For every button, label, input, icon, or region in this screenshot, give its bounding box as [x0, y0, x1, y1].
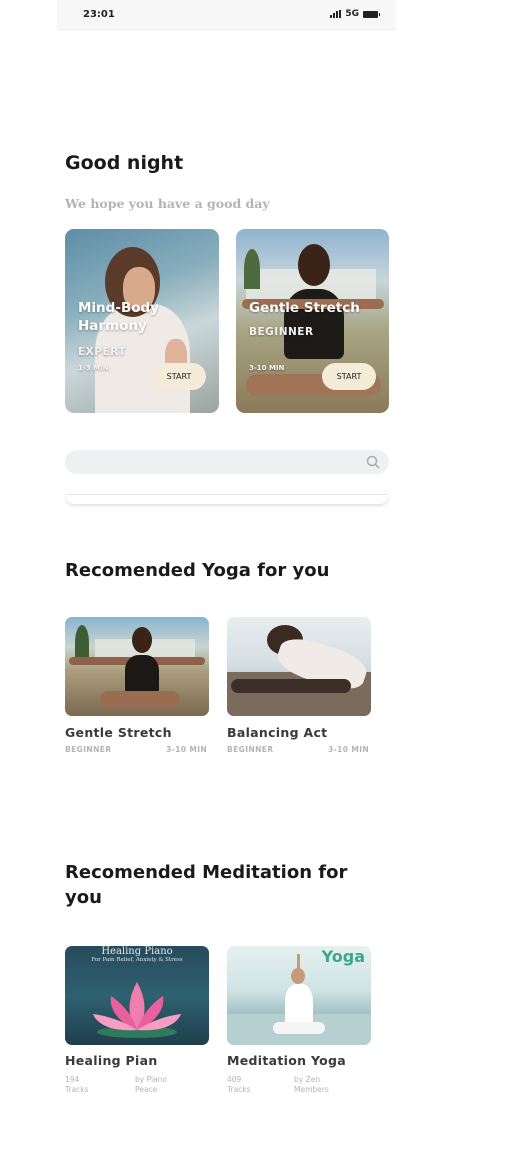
battery-icon [363, 10, 380, 18]
meditation-card-title: Meditation Yoga [227, 1053, 347, 1068]
yoga-thumb-gentle-stretch[interactable] [65, 617, 209, 716]
cover-title: Yoga [321, 947, 365, 966]
cover-subtitle: For Pain Relief, Anxiety & Stress [91, 957, 183, 963]
hero-duration: 3-10 MIN [249, 364, 285, 372]
page-subtitle: We hope you have a good day [65, 196, 270, 211]
search-icon[interactable] [366, 455, 380, 469]
page-title: Good night [65, 152, 184, 174]
hero-title: Mind-Body Harmony [78, 299, 159, 335]
hero-title-line2: Harmony [78, 318, 147, 334]
hero-card-gentle-stretch[interactable]: Gentle Stretch BEGINNER 3-10 MIN START [236, 229, 389, 413]
signal-icon [330, 10, 342, 18]
hero-title: Gentle Stretch [249, 300, 360, 316]
tracks-count: 194 [65, 1075, 80, 1084]
author-line2: Peace [135, 1085, 158, 1094]
meditation-author: by Zen Members [294, 1075, 329, 1095]
search-input[interactable] [65, 450, 389, 474]
hero-level: BEGINNER [249, 326, 314, 338]
meditation-thumb-healing-piano[interactable]: Healing Piano For Pain Relief, Anxiety &… [65, 946, 209, 1045]
section-title-yoga: Recomended Yoga for you [65, 560, 330, 581]
author-line1: by Zen [294, 1075, 321, 1084]
meditation-tracks: 194 Tracks [65, 1075, 89, 1095]
yoga-card-level: BEGINNER [65, 745, 112, 754]
lotus-icon [93, 982, 181, 1038]
tracks-label: Tracks [227, 1085, 251, 1094]
hero-card-mind-body[interactable]: Mind-Body Harmony EXPERT 1-3 MIN START [65, 229, 219, 413]
cover-title: Healing Piano [101, 946, 173, 957]
author-line1: by Piano [135, 1075, 167, 1084]
yoga-thumb-balancing-act[interactable] [227, 617, 371, 716]
hero-duration: 1-3 MIN [78, 364, 109, 372]
yoga-card-title: Gentle Stretch [65, 725, 172, 740]
meditation-card-title: Healing Pian [65, 1053, 158, 1068]
section-title-meditation: Recomended Meditation for you [65, 860, 365, 910]
section-title-line2: you [65, 887, 102, 908]
yoga-card-title: Balancing Act [227, 725, 328, 740]
tracks-label: Tracks [65, 1085, 89, 1094]
hero-level: EXPERT [78, 346, 126, 358]
search-dropdown-edge [66, 494, 388, 504]
start-button[interactable]: START [152, 363, 206, 390]
yoga-card-duration: 3-10 MIN [328, 745, 370, 754]
section-title-line1: Recomended Meditation for [65, 862, 348, 883]
status-indicators: 5G [330, 9, 380, 19]
author-line2: Members [294, 1085, 329, 1094]
start-button[interactable]: START [322, 363, 376, 390]
meditation-author: by Piano Peace [135, 1075, 167, 1095]
status-bar: 23:01 5G [57, 0, 396, 30]
network-label: 5G [345, 9, 359, 19]
hero-title-line1: Mind-Body [78, 300, 159, 316]
yoga-card-level: BEGINNER [227, 745, 274, 754]
status-time: 23:01 [83, 9, 115, 20]
yoga-card-duration: 3-10 MIN [166, 745, 208, 754]
tracks-count: 409 [227, 1075, 242, 1084]
meditation-thumb-meditation-yoga[interactable]: Yoga [227, 946, 371, 1045]
meditation-tracks: 409 Tracks [227, 1075, 251, 1095]
